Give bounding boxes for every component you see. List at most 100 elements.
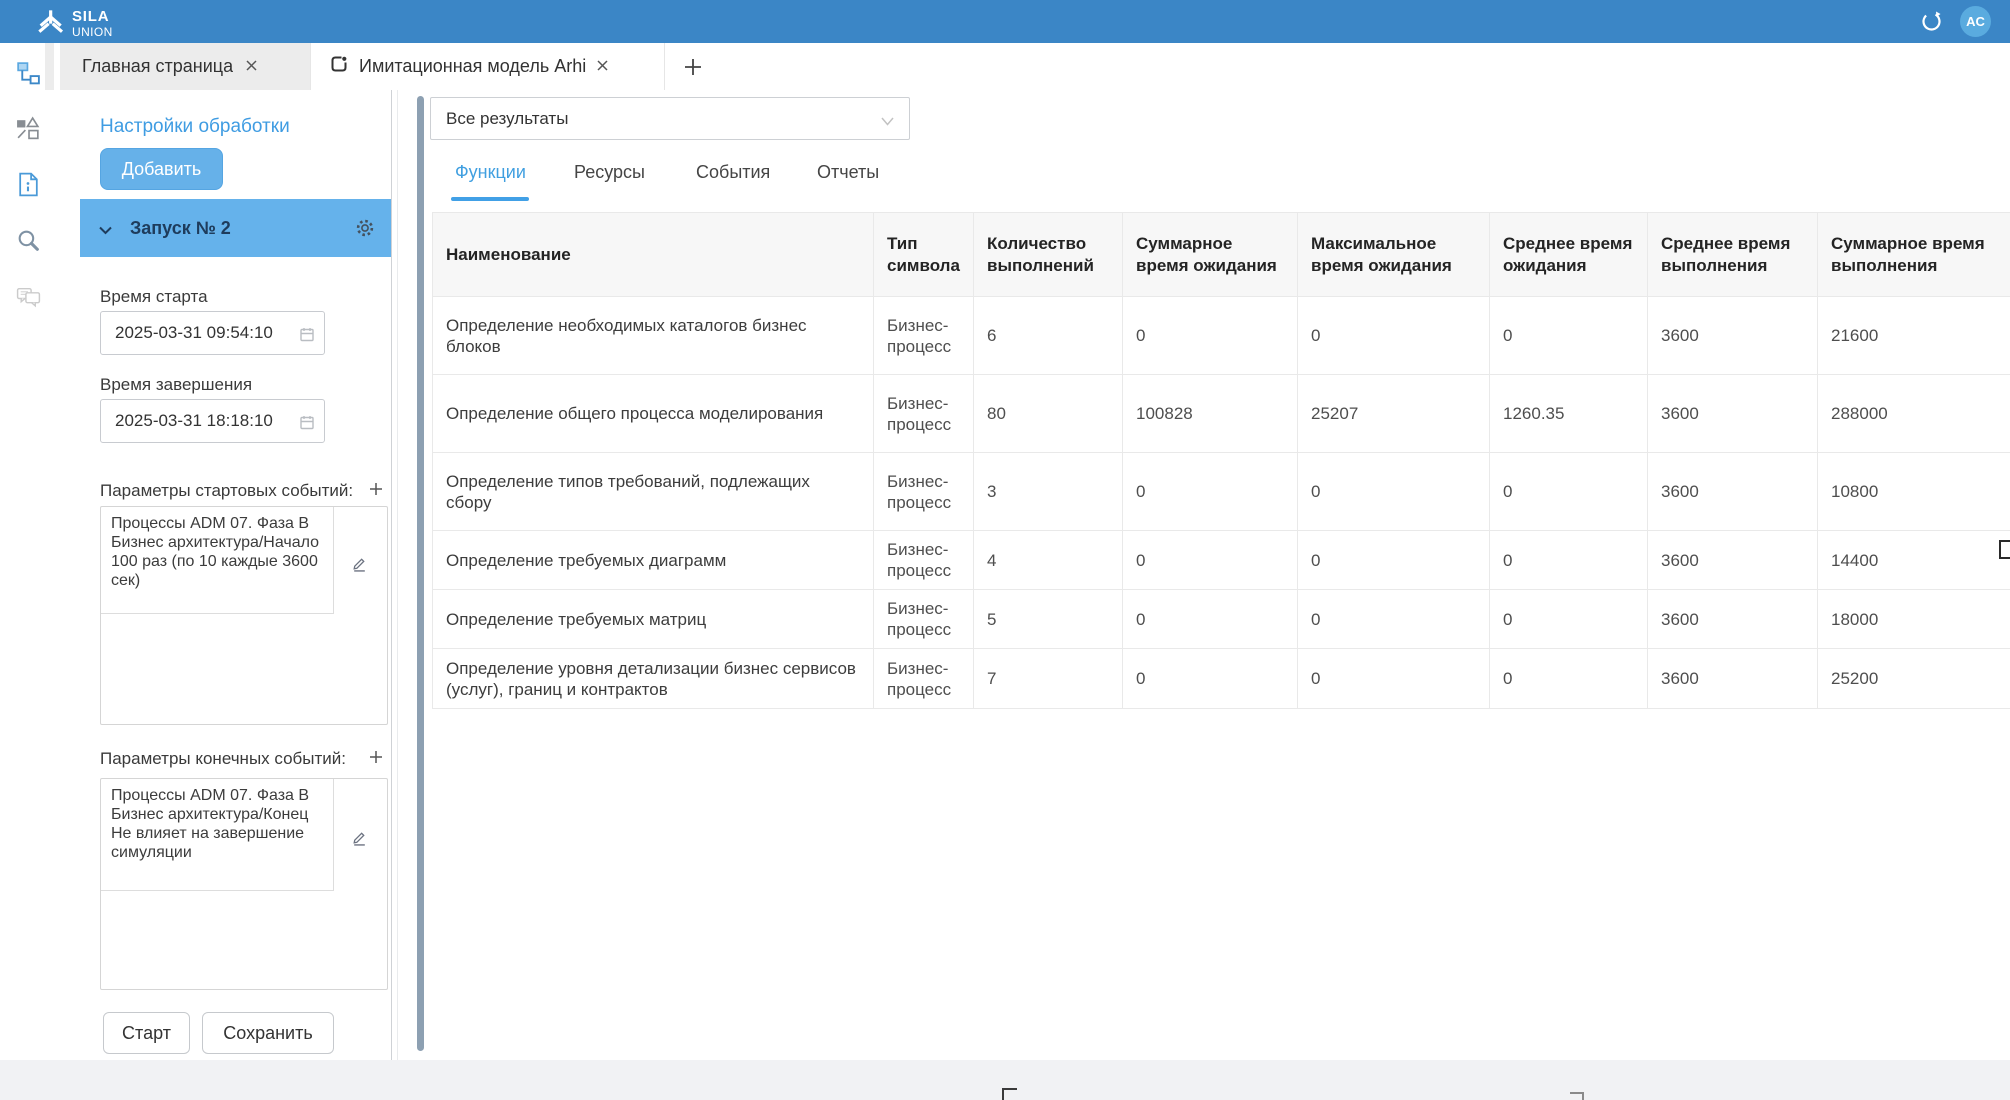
table-cell: 14400 — [1818, 531, 2010, 590]
end-event-text[interactable]: Процессы ADM 07. Фаза В Бизнес архитекту… — [101, 779, 334, 891]
comments-icon[interactable] — [15, 284, 42, 311]
table-cell: Бизнес-процесс — [874, 649, 974, 709]
table-cell: 3600 — [1648, 590, 1818, 649]
table-cell: Бизнес-процесс — [874, 531, 974, 590]
brand-name-bottom: UNION — [72, 26, 113, 38]
brand-name-top: SILA — [72, 9, 113, 24]
start-event-text[interactable]: Процессы ADM 07. Фаза В Бизнес архитекту… — [101, 507, 334, 614]
table-cell: 5 — [974, 590, 1123, 649]
table-cell: 4 — [974, 531, 1123, 590]
table-cell: Бизнес-процесс — [874, 453, 974, 531]
calendar-icon[interactable] — [299, 414, 315, 430]
table-cell: 0 — [1490, 297, 1648, 375]
start-events-list: Процессы ADM 07. Фаза В Бизнес архитекту… — [100, 506, 388, 725]
table-cell: 0 — [1123, 531, 1298, 590]
table-cell: 288000 — [1818, 375, 2010, 453]
document-info-icon[interactable] — [15, 171, 42, 198]
table-cell: 0 — [1123, 590, 1298, 649]
save-button[interactable]: Сохранить — [202, 1012, 334, 1054]
results-filter-value: Все результаты — [446, 109, 568, 129]
chevron-down-icon[interactable] — [98, 223, 113, 234]
col-header: Количество выполнений — [974, 213, 1123, 297]
tab-home-page[interactable]: Главная страница — [60, 43, 310, 90]
table-cell: 0 — [1298, 531, 1490, 590]
start-button-label: Старт — [122, 1023, 171, 1044]
tab-resources[interactable]: Ресурсы — [574, 162, 645, 183]
app-window: SILA UNION AC Главная страница Имитацион… — [0, 0, 2010, 1100]
avatar[interactable]: AC — [1960, 6, 1991, 37]
table-cell: Определение типов требований, подлежащих… — [433, 453, 874, 531]
edit-pencil-icon[interactable] — [351, 555, 368, 572]
table-cell: 7 — [974, 649, 1123, 709]
tab-label: Главная страница — [82, 56, 233, 77]
end-event-item: Процессы ADM 07. Фаза В Бизнес архитекту… — [101, 779, 387, 989]
table-cell: 10800 — [1818, 453, 2010, 531]
table-cell: 25207 — [1298, 375, 1490, 453]
table-cell: 0 — [1298, 590, 1490, 649]
end-time-input[interactable] — [101, 400, 295, 442]
end-time-field[interactable] — [100, 399, 325, 443]
table-header-row: Наименование Тип символа Количество выпо… — [433, 213, 2010, 297]
panel-title: Настройки обработки — [100, 116, 290, 138]
table-cell: 0 — [1123, 297, 1298, 375]
table-cell: 0 — [1490, 649, 1648, 709]
add-start-event-icon[interactable] — [368, 481, 384, 497]
avatar-initials: AC — [1966, 14, 1985, 29]
table-cell: 6 — [974, 297, 1123, 375]
close-icon[interactable] — [245, 56, 258, 77]
panel-scrollbar[interactable] — [417, 96, 424, 1051]
table-cell: 3600 — [1648, 531, 1818, 590]
table-row: Определение общего процесса моделировани… — [433, 375, 2010, 453]
refresh-icon[interactable] — [1918, 8, 1945, 35]
new-tab-button[interactable] — [683, 57, 703, 77]
results-table: Наименование Тип символа Количество выпо… — [432, 212, 2010, 709]
table-cell: 25200 — [1818, 649, 2010, 709]
results-filter-select[interactable]: Все результаты — [430, 97, 910, 140]
table-row: Определение уровня детализации бизнес се… — [433, 649, 2010, 709]
tab-simulation-model[interactable]: Имитационная модель Arhi — [310, 43, 665, 90]
model-tab-icon — [329, 54, 349, 79]
end-events-label: Параметры конечных событий: — [100, 749, 346, 769]
table-row: Определение необходимых каталогов бизнес… — [433, 297, 2010, 375]
table-cell: 0 — [1490, 453, 1648, 531]
end-time-label: Время завершения — [100, 375, 252, 395]
screen-artifact — [1002, 1088, 1017, 1100]
table-cell: Определение требуемых диаграмм — [433, 531, 874, 590]
shapes-icon[interactable] — [15, 115, 42, 142]
table-cell: 100828 — [1123, 375, 1298, 453]
col-header: Тип символа — [874, 213, 974, 297]
table-row: Определение типов требований, подлежащих… — [433, 453, 2010, 531]
start-button[interactable]: Старт — [103, 1012, 190, 1054]
table-cell: 0 — [1123, 453, 1298, 531]
edit-pencil-icon[interactable] — [351, 829, 368, 846]
tab-functions[interactable]: Функции — [455, 162, 526, 183]
tab-events[interactable]: События — [696, 162, 770, 183]
start-event-item: Процессы ADM 07. Фаза В Бизнес архитекту… — [101, 507, 387, 724]
tab-reports[interactable]: Отчеты — [817, 162, 879, 183]
table-cell: 0 — [1298, 453, 1490, 531]
tab-strip-lead — [45, 43, 54, 90]
start-time-field[interactable] — [100, 311, 325, 355]
panel-divider — [391, 90, 392, 1060]
add-button[interactable]: Добавить — [100, 148, 223, 190]
col-header: Среднее время ожидания — [1490, 213, 1648, 297]
table-cell: Бизнес-процесс — [874, 590, 974, 649]
end-events-list: Процессы ADM 07. Фаза В Бизнес архитекту… — [100, 778, 388, 990]
gear-icon[interactable] — [355, 218, 375, 238]
calendar-icon[interactable] — [299, 326, 315, 342]
run-accordion-header[interactable]: Запуск № 2 — [80, 199, 391, 257]
brand-mark-icon — [34, 5, 66, 42]
screen-artifact — [1999, 540, 2010, 559]
col-header: Суммарное время выполнения — [1818, 213, 2010, 297]
save-button-label: Сохранить — [223, 1023, 312, 1044]
start-time-input[interactable] — [101, 312, 295, 354]
model-tree-icon[interactable] — [15, 60, 42, 87]
close-icon[interactable] — [596, 56, 609, 77]
table-cell: 3600 — [1648, 649, 1818, 709]
search-icon[interactable] — [15, 227, 42, 254]
table-cell: Бизнес-процесс — [874, 375, 974, 453]
table-cell: 3 — [974, 453, 1123, 531]
top-bar — [0, 0, 2010, 43]
add-end-event-icon[interactable] — [368, 749, 384, 765]
col-header: Суммарное время ожидания — [1123, 213, 1298, 297]
